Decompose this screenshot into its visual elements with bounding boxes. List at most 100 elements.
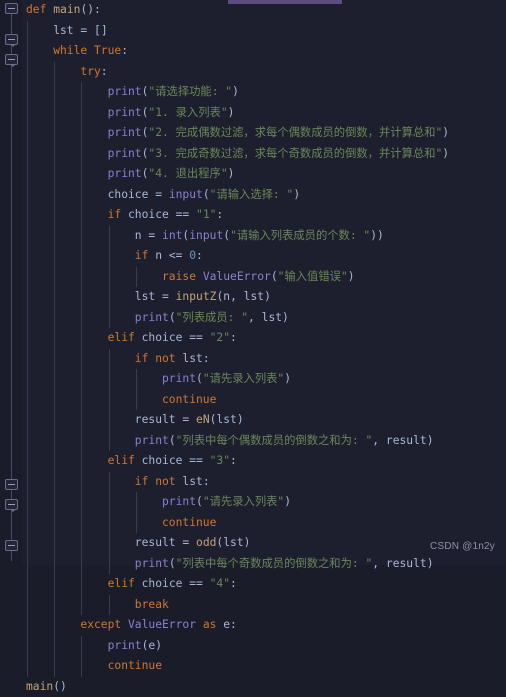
token-kw: except bbox=[80, 618, 128, 631]
code-line[interactable]: except ValueError as e: bbox=[22, 615, 506, 636]
code-line[interactable]: main() bbox=[22, 677, 506, 697]
fold-break[interactable] bbox=[5, 479, 18, 490]
token-str: "列表中每个奇数成员的倒数之和为: " bbox=[176, 557, 373, 570]
code-line-text: if choice == "1": bbox=[22, 208, 223, 221]
token-bi: print bbox=[135, 311, 169, 324]
code-line-text: print("列表中每个奇数成员的倒数之和为: ", result) bbox=[22, 557, 434, 570]
code-line[interactable]: raise ValueError("输入值错误") bbox=[22, 267, 506, 288]
code-line[interactable]: lst = inputZ(n, lst) bbox=[22, 287, 506, 308]
code-line[interactable]: while True: bbox=[22, 41, 506, 62]
fold-while-true[interactable] bbox=[5, 34, 18, 45]
fold-continue[interactable] bbox=[5, 540, 18, 551]
code-line[interactable]: if not lst: bbox=[22, 349, 506, 370]
code-line-text: print("列表中每个偶数成员的倒数之和为: ", result) bbox=[22, 434, 434, 447]
token-var: lst bbox=[216, 413, 236, 426]
code-line[interactable]: continue bbox=[22, 656, 506, 677]
code-line-text: print("1. 录入列表") bbox=[22, 106, 234, 119]
token-kw: elif bbox=[108, 454, 142, 467]
code-line[interactable]: print("3. 完成奇数过滤，求每个奇数成员的倒数，并计算总和") bbox=[22, 144, 506, 165]
code-line[interactable]: if choice == "1": bbox=[22, 205, 506, 226]
token-kw: raise bbox=[162, 270, 203, 283]
token-pun: [] bbox=[94, 24, 108, 37]
code-line[interactable]: print("请先录入列表") bbox=[22, 492, 506, 513]
token-kw: not bbox=[155, 475, 182, 488]
code-line[interactable]: if n <= 0: bbox=[22, 246, 506, 267]
code-line[interactable]: continue bbox=[22, 390, 506, 411]
token-var: lst bbox=[135, 290, 162, 303]
token-pun: ( bbox=[203, 188, 210, 201]
code-line-text: print("请先录入列表") bbox=[22, 372, 291, 385]
token-var: lst bbox=[262, 311, 282, 324]
token-pun: ) bbox=[155, 639, 162, 652]
token-pun: : bbox=[230, 577, 237, 590]
token-str: "1" bbox=[196, 208, 216, 221]
code-line[interactable]: print(e) bbox=[22, 636, 506, 657]
fold-except[interactable] bbox=[5, 499, 18, 510]
token-kw: if bbox=[108, 208, 128, 221]
token-str: "请输入列表成员的个数: " bbox=[230, 229, 370, 242]
code-line[interactable]: print("列表成员: ", lst) bbox=[22, 308, 506, 329]
token-pun: ( bbox=[169, 434, 176, 447]
code-line[interactable]: elif choice == "3": bbox=[22, 451, 506, 472]
token-bi: print bbox=[135, 557, 169, 570]
token-pun: == bbox=[189, 331, 209, 344]
code-line[interactable]: continue bbox=[22, 513, 506, 534]
token-kw: elif bbox=[108, 331, 142, 344]
code-line-text: lst = inputZ(n, lst) bbox=[22, 290, 271, 303]
code-line-text: n = int(input("请输入列表成员的个数: ")) bbox=[22, 229, 384, 242]
token-pun: (): bbox=[80, 3, 100, 16]
code-line[interactable]: print("列表中每个偶数成员的倒数之和为: ", result) bbox=[22, 431, 506, 452]
code-line[interactable]: elif choice == "2": bbox=[22, 328, 506, 349]
token-fn: main bbox=[26, 680, 53, 693]
token-kw: if bbox=[135, 475, 155, 488]
code-line-text: print("列表成员: ", lst) bbox=[22, 311, 289, 324]
token-pun: ( bbox=[169, 557, 176, 570]
token-str: "列表中每个偶数成员的倒数之和为: " bbox=[176, 434, 373, 447]
token-fn: main bbox=[53, 3, 80, 16]
code-line[interactable]: print("列表中每个奇数成员的倒数之和为: ", result) bbox=[22, 554, 506, 575]
code-line[interactable]: n = int(input("请输入列表成员的个数: ")) bbox=[22, 226, 506, 247]
code-line[interactable]: result = eN(lst) bbox=[22, 410, 506, 431]
token-var: n bbox=[135, 229, 149, 242]
code-line[interactable]: print("1. 录入列表") bbox=[22, 103, 506, 124]
token-pun: ( bbox=[142, 639, 149, 652]
token-pun: ) bbox=[237, 413, 244, 426]
token-pun: <= bbox=[169, 249, 189, 262]
code-line[interactable]: print("请先录入列表") bbox=[22, 369, 506, 390]
token-pun: ) bbox=[282, 311, 289, 324]
code-line[interactable]: print("请选择功能: ") bbox=[22, 82, 506, 103]
token-var: result bbox=[135, 413, 183, 426]
code-line[interactable]: break bbox=[22, 595, 506, 616]
code-line[interactable]: try: bbox=[22, 62, 506, 83]
fold-try[interactable] bbox=[5, 54, 18, 65]
token-var: lst bbox=[182, 352, 202, 365]
code-line[interactable]: print("4. 退出程序") bbox=[22, 164, 506, 185]
code-line[interactable]: choice = input("请输入选择: ") bbox=[22, 185, 506, 206]
token-bi: print bbox=[162, 495, 196, 508]
token-str: "列表成员: " bbox=[176, 311, 248, 324]
token-str: "请先录入列表" bbox=[203, 495, 284, 508]
code-line-text: continue bbox=[22, 516, 216, 529]
code-line[interactable]: if not lst: bbox=[22, 472, 506, 493]
token-str: "4. 退出程序" bbox=[148, 167, 227, 180]
token-bi: print bbox=[108, 147, 142, 160]
token-var: choice bbox=[108, 188, 156, 201]
token-pun: ) bbox=[348, 270, 355, 283]
code-line-text: print(e) bbox=[22, 639, 162, 652]
fold-def-main[interactable] bbox=[5, 3, 18, 14]
code-editor[interactable]: def main():lst = []while True:try:print(… bbox=[0, 0, 506, 565]
token-var: e bbox=[223, 618, 230, 631]
gutter-structure-line bbox=[11, 4, 12, 561]
code-line[interactable]: def main(): bbox=[22, 0, 506, 21]
code-line[interactable]: elif choice == "4": bbox=[22, 574, 506, 595]
code-content[interactable]: def main():lst = []while True:try:print(… bbox=[22, 0, 506, 565]
token-pun: , bbox=[248, 311, 262, 324]
editor-gutter[interactable] bbox=[0, 0, 22, 565]
token-var: lst bbox=[244, 290, 264, 303]
token-var: lst bbox=[182, 475, 202, 488]
code-line[interactable]: lst = [] bbox=[22, 21, 506, 42]
token-pun: ) bbox=[427, 557, 434, 570]
code-line[interactable]: print("2. 完成偶数过滤，求每个偶数成员的倒数，并计算总和") bbox=[22, 123, 506, 144]
token-var: choice bbox=[142, 454, 190, 467]
token-kw: as bbox=[203, 618, 223, 631]
